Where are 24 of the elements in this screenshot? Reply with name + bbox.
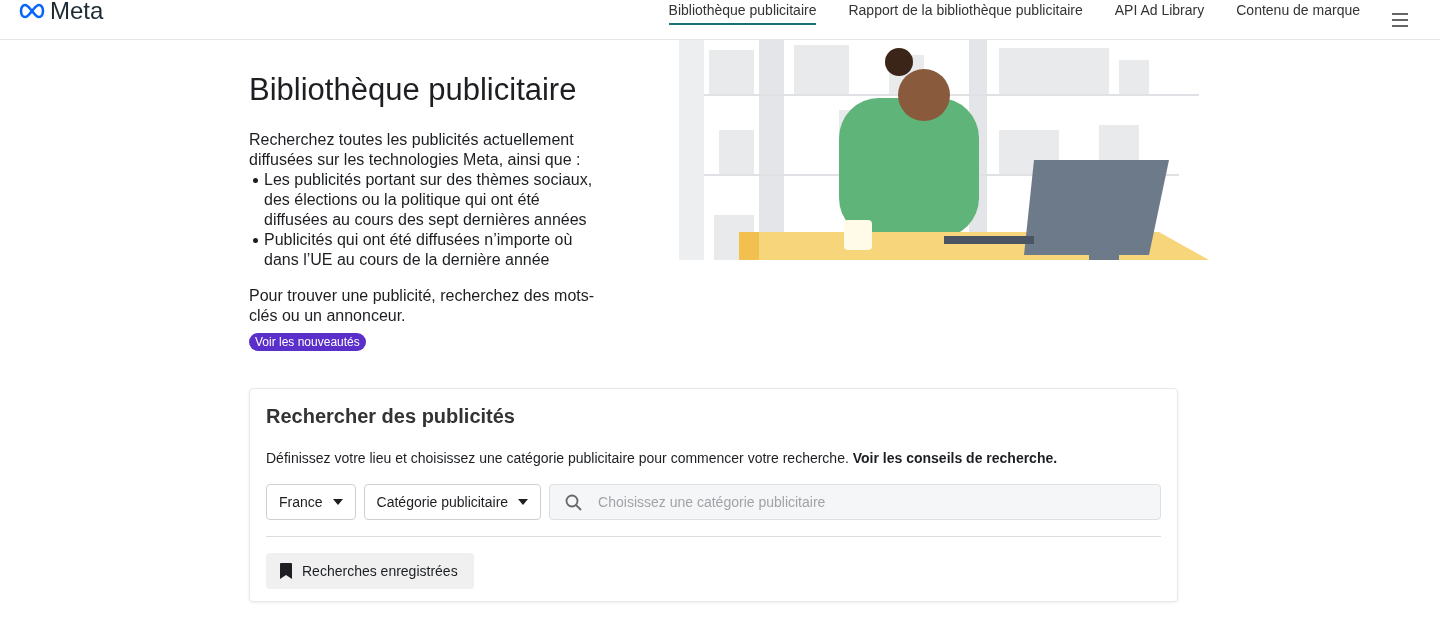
dropdown-button[interactable]: France [266,484,356,520]
page-title: Bibliothèque publicitaire [249,72,578,108]
nav-tab[interactable]: Rapport de la bibliothèque publicitaire [848,0,1083,37]
caret-icon [332,499,343,505]
nav-tab[interactable]: Bibliothèque publicitaire [668,0,817,25]
bullet-text: Les publicités portant sur des thèmes sociaux, des élections ou la politique qui ont été diffusées au cours des sept dernières années [264,170,594,230]
whats-new-badge[interactable]: Voir les nouveautés [249,333,366,351]
meta-logo-text: Meta [50,0,104,25]
bookmark-icon [280,563,292,579]
intro-text: Recherchez toutes les publicités actuellement diffusées sur les technologies Meta, ainsi que : [249,130,582,170]
infinity-logo-icon [18,2,46,19]
saved-searches-button[interactable]: Recherches enregistrées [266,553,474,589]
description-text: Définissez votre lieu et choisissez une catégorie publicitaire pour commencer votre recherche. [266,450,849,466]
search-icon [565,494,583,511]
hint-text: Pour trouver une publicité, recherchez des mots-clés ou un annonceur. [249,286,596,326]
nav-tab[interactable]: Contenu de marque [1236,0,1360,37]
dropdown-button[interactable]: Catégorie publicitaire [363,484,542,520]
card-title: Rechercher des publicités [266,405,516,428]
search-field[interactable]: Choisissez une catégorie publicitaire [549,484,1161,520]
caret-icon [518,499,529,505]
nav-tab[interactable]: API Ad Library [1114,0,1205,37]
menu-icon[interactable] [1392,12,1408,27]
bullet-text: Publicités qui ont été diffusées n’importe où dans l’UE au cours de la dernière année [264,230,574,270]
search-tips-link[interactable]: Voir les conseils de recherche. [852,450,1058,466]
